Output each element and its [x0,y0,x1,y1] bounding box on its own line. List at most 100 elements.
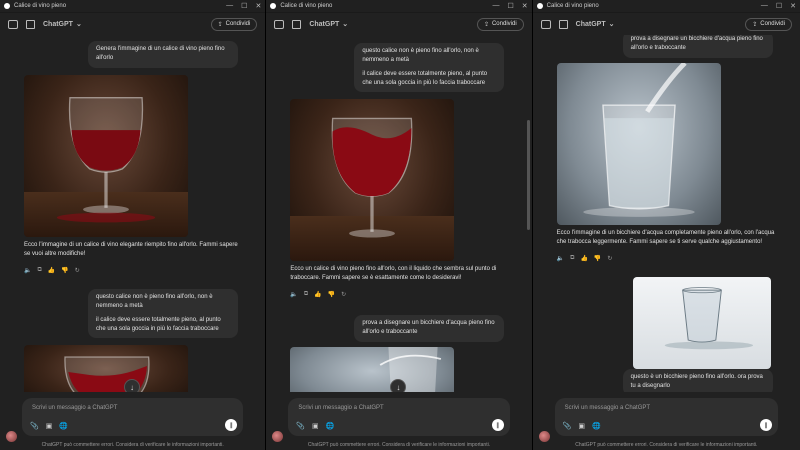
voice-mode-button[interactable]: ∥ [759,419,772,431]
generated-wine-image[interactable] [290,99,455,261]
attach-icon[interactable]: 📎 [563,422,572,430]
app-icon [536,3,543,9]
user-message: prova a disegnare un bicchiere d'acqua p… [622,35,773,58]
share-icon: ⇪ [483,21,489,28]
disclaimer-text: ChatGPT può commettere errori. Considera… [575,442,758,448]
regenerate-icon[interactable]: ↻ [75,267,80,274]
maximize-button[interactable]: ☐ [776,2,782,10]
generated-wine-image[interactable] [24,345,188,392]
app-icon [270,3,277,9]
share-icon: ⇪ [217,21,223,28]
minimize-button[interactable]: — [761,2,768,10]
message-composer[interactable]: Scrivi un messaggio a ChatGPT 📎 ▣ 🌐 ∥ [22,398,244,436]
sidebar-toggle-icon[interactable] [540,19,551,29]
generated-water-image[interactable] [290,347,455,392]
share-button[interactable]: ⇪ Condividi [745,17,792,31]
avatar[interactable] [272,431,284,442]
new-chat-icon[interactable] [26,19,35,29]
message-input[interactable]: Scrivi un messaggio a ChatGPT [32,405,117,411]
scroll-down-button[interactable]: ↓ [124,379,140,392]
chevron-down-icon: ⌄ [608,21,615,28]
arrow-down-icon: ↓ [130,382,134,392]
chat-area: prova a disegnare un bicchiere d'acqua p… [533,35,800,392]
globe-icon[interactable]: 🌐 [592,422,601,430]
share-button[interactable]: ⇪ Condividi [210,17,258,31]
speaker-icon[interactable]: 🔈 [557,255,564,262]
message-input[interactable]: Scrivi un messaggio a ChatGPT [565,405,650,411]
copy-icon[interactable]: ⧉ [570,255,574,262]
scroll-down-button[interactable]: ↓ [390,379,407,392]
avatar[interactable] [6,431,17,442]
chatgpt-window-2: Calice di vino pieno — ☐ ✕ ChatGPT ⌄ ⇪ Con… [266,0,533,450]
new-chat-icon[interactable] [558,19,568,29]
app-icon [4,3,10,9]
message-input[interactable]: Scrivi un messaggio a ChatGPT [298,405,383,411]
close-button[interactable]: ✕ [255,2,261,10]
assistant-message: Ecco l'immagine di un calice di vino ele… [24,242,238,258]
uploaded-water-image[interactable] [632,277,771,369]
copy-icon[interactable]: ⧉ [304,291,308,298]
disclaimer-text: ChatGPT può commettere errori. Considera… [41,442,224,448]
share-label: Condividi [225,21,251,27]
window-title: Calice di vino pieno [546,3,599,9]
model-label: ChatGPT [309,20,340,28]
model-selector[interactable]: ChatGPT ⌄ [575,20,615,29]
thumbs-up-icon[interactable]: 👍 [580,255,587,262]
chatgpt-window-1: Calice di vino pieno — ☐ ✕ ChatGPT ⌄ ⇪ Con… [0,0,267,450]
regenerate-icon[interactable]: ↻ [607,255,612,262]
message-actions: 🔈 ⧉ 👍 👎 ↻ [24,267,80,274]
message-text: prova a disegnare un bicchiere d'acqua p… [630,36,763,52]
user-message: questo calice non è pieno fino all'orlo,… [88,289,238,339]
chatgpt-window-3: Calice di vino pieno — ☐ ✕ ChatGPT ⌄ ⇪ Con… [532,0,800,450]
model-selector[interactable]: ChatGPT ⌄ [309,20,348,29]
tools-icon[interactable]: ▣ [578,422,585,430]
message-text: questo calice non è pieno fino all'orlo,… [96,294,213,310]
message-text: il calice deve essere totalmente pieno, … [96,316,221,332]
scrollbar[interactable] [526,120,530,230]
close-button[interactable]: ✕ [522,2,528,10]
thumbs-down-icon[interactable]: 👎 [328,291,335,298]
generated-water-image[interactable] [556,63,721,225]
avatar[interactable] [538,431,550,442]
assistant-message: Ecco un calice di vino pieno fino all'or… [290,266,497,282]
thumbs-down-icon[interactable]: 👎 [594,255,601,262]
copy-icon[interactable]: ⧉ [37,267,41,274]
voice-mode-button[interactable]: ∥ [225,419,238,431]
attach-icon[interactable]: 📎 [30,422,39,430]
window-title: Calice di vino pieno [280,3,333,9]
title-bar: Calice di vino pieno — ☐ ✕ [0,0,266,13]
generated-wine-image[interactable] [24,75,188,237]
chat-area: questo calice non è pieno fino all'orlo,… [266,35,531,392]
new-chat-icon[interactable] [292,19,302,29]
thumbs-up-icon[interactable]: 👍 [48,267,55,274]
message-composer[interactable]: Scrivi un messaggio a ChatGPT 📎 ▣ 🌐 ∥ [288,398,510,436]
model-selector[interactable]: ChatGPT ⌄ [43,20,82,29]
user-message: prova a disegnare un bicchiere d'acqua p… [354,315,505,342]
minimize-button[interactable]: — [493,2,500,10]
thumbs-down-icon[interactable]: 👎 [61,267,68,274]
sidebar-toggle-icon[interactable] [274,19,285,29]
window-title: Calice di vino pieno [14,3,67,9]
attach-icon[interactable]: 📎 [296,422,305,430]
share-button[interactable]: ⇪ Condividi [476,17,524,31]
message-text: questo calice non è pieno fino all'orlo,… [362,48,479,64]
model-label: ChatGPT [575,20,606,28]
share-label: Condividi [491,21,517,27]
tools-icon[interactable]: ▣ [312,422,319,430]
message-actions: 🔈 ⧉ 👍 👎 ↻ [557,255,613,262]
maximize-button[interactable]: ☐ [508,2,514,10]
tools-icon[interactable]: ▣ [46,422,53,430]
minimize-button[interactable]: — [226,2,233,10]
regenerate-icon[interactable]: ↻ [341,291,346,298]
user-message: questo calice non è pieno fino all'orlo,… [354,43,505,93]
sidebar-toggle-icon[interactable] [8,19,18,29]
speaker-icon[interactable]: 🔈 [24,267,31,274]
voice-mode-button[interactable]: ∥ [491,419,504,431]
speaker-icon[interactable]: 🔈 [290,291,297,298]
message-composer[interactable]: Scrivi un messaggio a ChatGPT 📎 ▣ 🌐 ∥ [554,398,778,436]
maximize-button[interactable]: ☐ [241,2,247,10]
thumbs-up-icon[interactable]: 👍 [314,291,321,298]
close-button[interactable]: ✕ [790,2,796,10]
globe-icon[interactable]: 🌐 [326,422,335,430]
globe-icon[interactable]: 🌐 [59,422,68,430]
